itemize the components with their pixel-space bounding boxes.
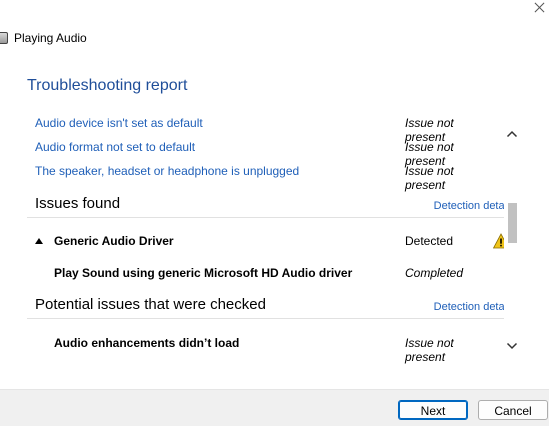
window-title: Playing Audio (14, 31, 87, 45)
speaker-icon (0, 32, 8, 44)
issue-item-row: Play Sound using generic Microsoft HD Au… (27, 266, 491, 284)
next-button[interactable]: Next (398, 400, 468, 420)
list-item: Audio format not set to default Issue no… (27, 140, 491, 168)
issue-item-status: Completed (405, 266, 464, 280)
potential-issues-detection-details-link[interactable]: Detection details (434, 301, 515, 313)
issues-found-detection-details-link[interactable]: Detection details (434, 200, 515, 212)
issue-item-label: Play Sound using generic Microsoft HD Au… (54, 266, 353, 280)
list-item: Audio device isn't set as default Issue … (27, 116, 491, 144)
potential-issue-row: Audio enhancements didn’t load Issue not… (27, 336, 491, 364)
issues-found-title: Issues found (35, 195, 121, 212)
troubleshooter-window: Playing Audio Troubleshooting report Aud… (0, 0, 549, 426)
vertical-scrollbar[interactable] (504, 113, 521, 367)
button-bar: Next Cancel (0, 389, 549, 426)
issues-found-section: Issues found Detection details (27, 195, 515, 218)
cancel-button[interactable]: Cancel (478, 400, 548, 420)
potential-issues-title: Potential issues that were checked (35, 296, 266, 313)
potential-issue-label: Audio enhancements didn’t load (54, 336, 240, 350)
potential-issues-section: Potential issues that were checked Detec… (27, 296, 515, 319)
page-title: Troubleshooting report (27, 77, 188, 94)
issue-group-status: Detected (405, 234, 454, 248)
checked-item-link[interactable]: Audio format not set to default (35, 140, 195, 154)
issue-group-row[interactable]: Generic Audio Driver Detected (27, 233, 509, 252)
chevron-down-icon[interactable] (506, 341, 518, 351)
checked-item-status: Issue not present (405, 164, 454, 192)
checked-item-link[interactable]: The speaker, headset or headphone is unp… (35, 164, 299, 178)
close-icon[interactable] (527, 0, 549, 16)
title-bar: Playing Audio (0, 28, 87, 48)
checked-item-link[interactable]: Audio device isn't set as default (35, 116, 203, 130)
list-item: The speaker, headset or headphone is unp… (27, 164, 491, 192)
collapse-arrow-icon[interactable] (35, 238, 43, 244)
potential-issue-status: Issue not present (405, 336, 454, 364)
report-scroll-area[interactable]: Audio device isn't set as default Issue … (27, 113, 521, 367)
issue-group-label: Generic Audio Driver (54, 234, 174, 248)
scroll-thumb[interactable] (508, 203, 517, 243)
chevron-up-icon[interactable] (506, 129, 518, 139)
